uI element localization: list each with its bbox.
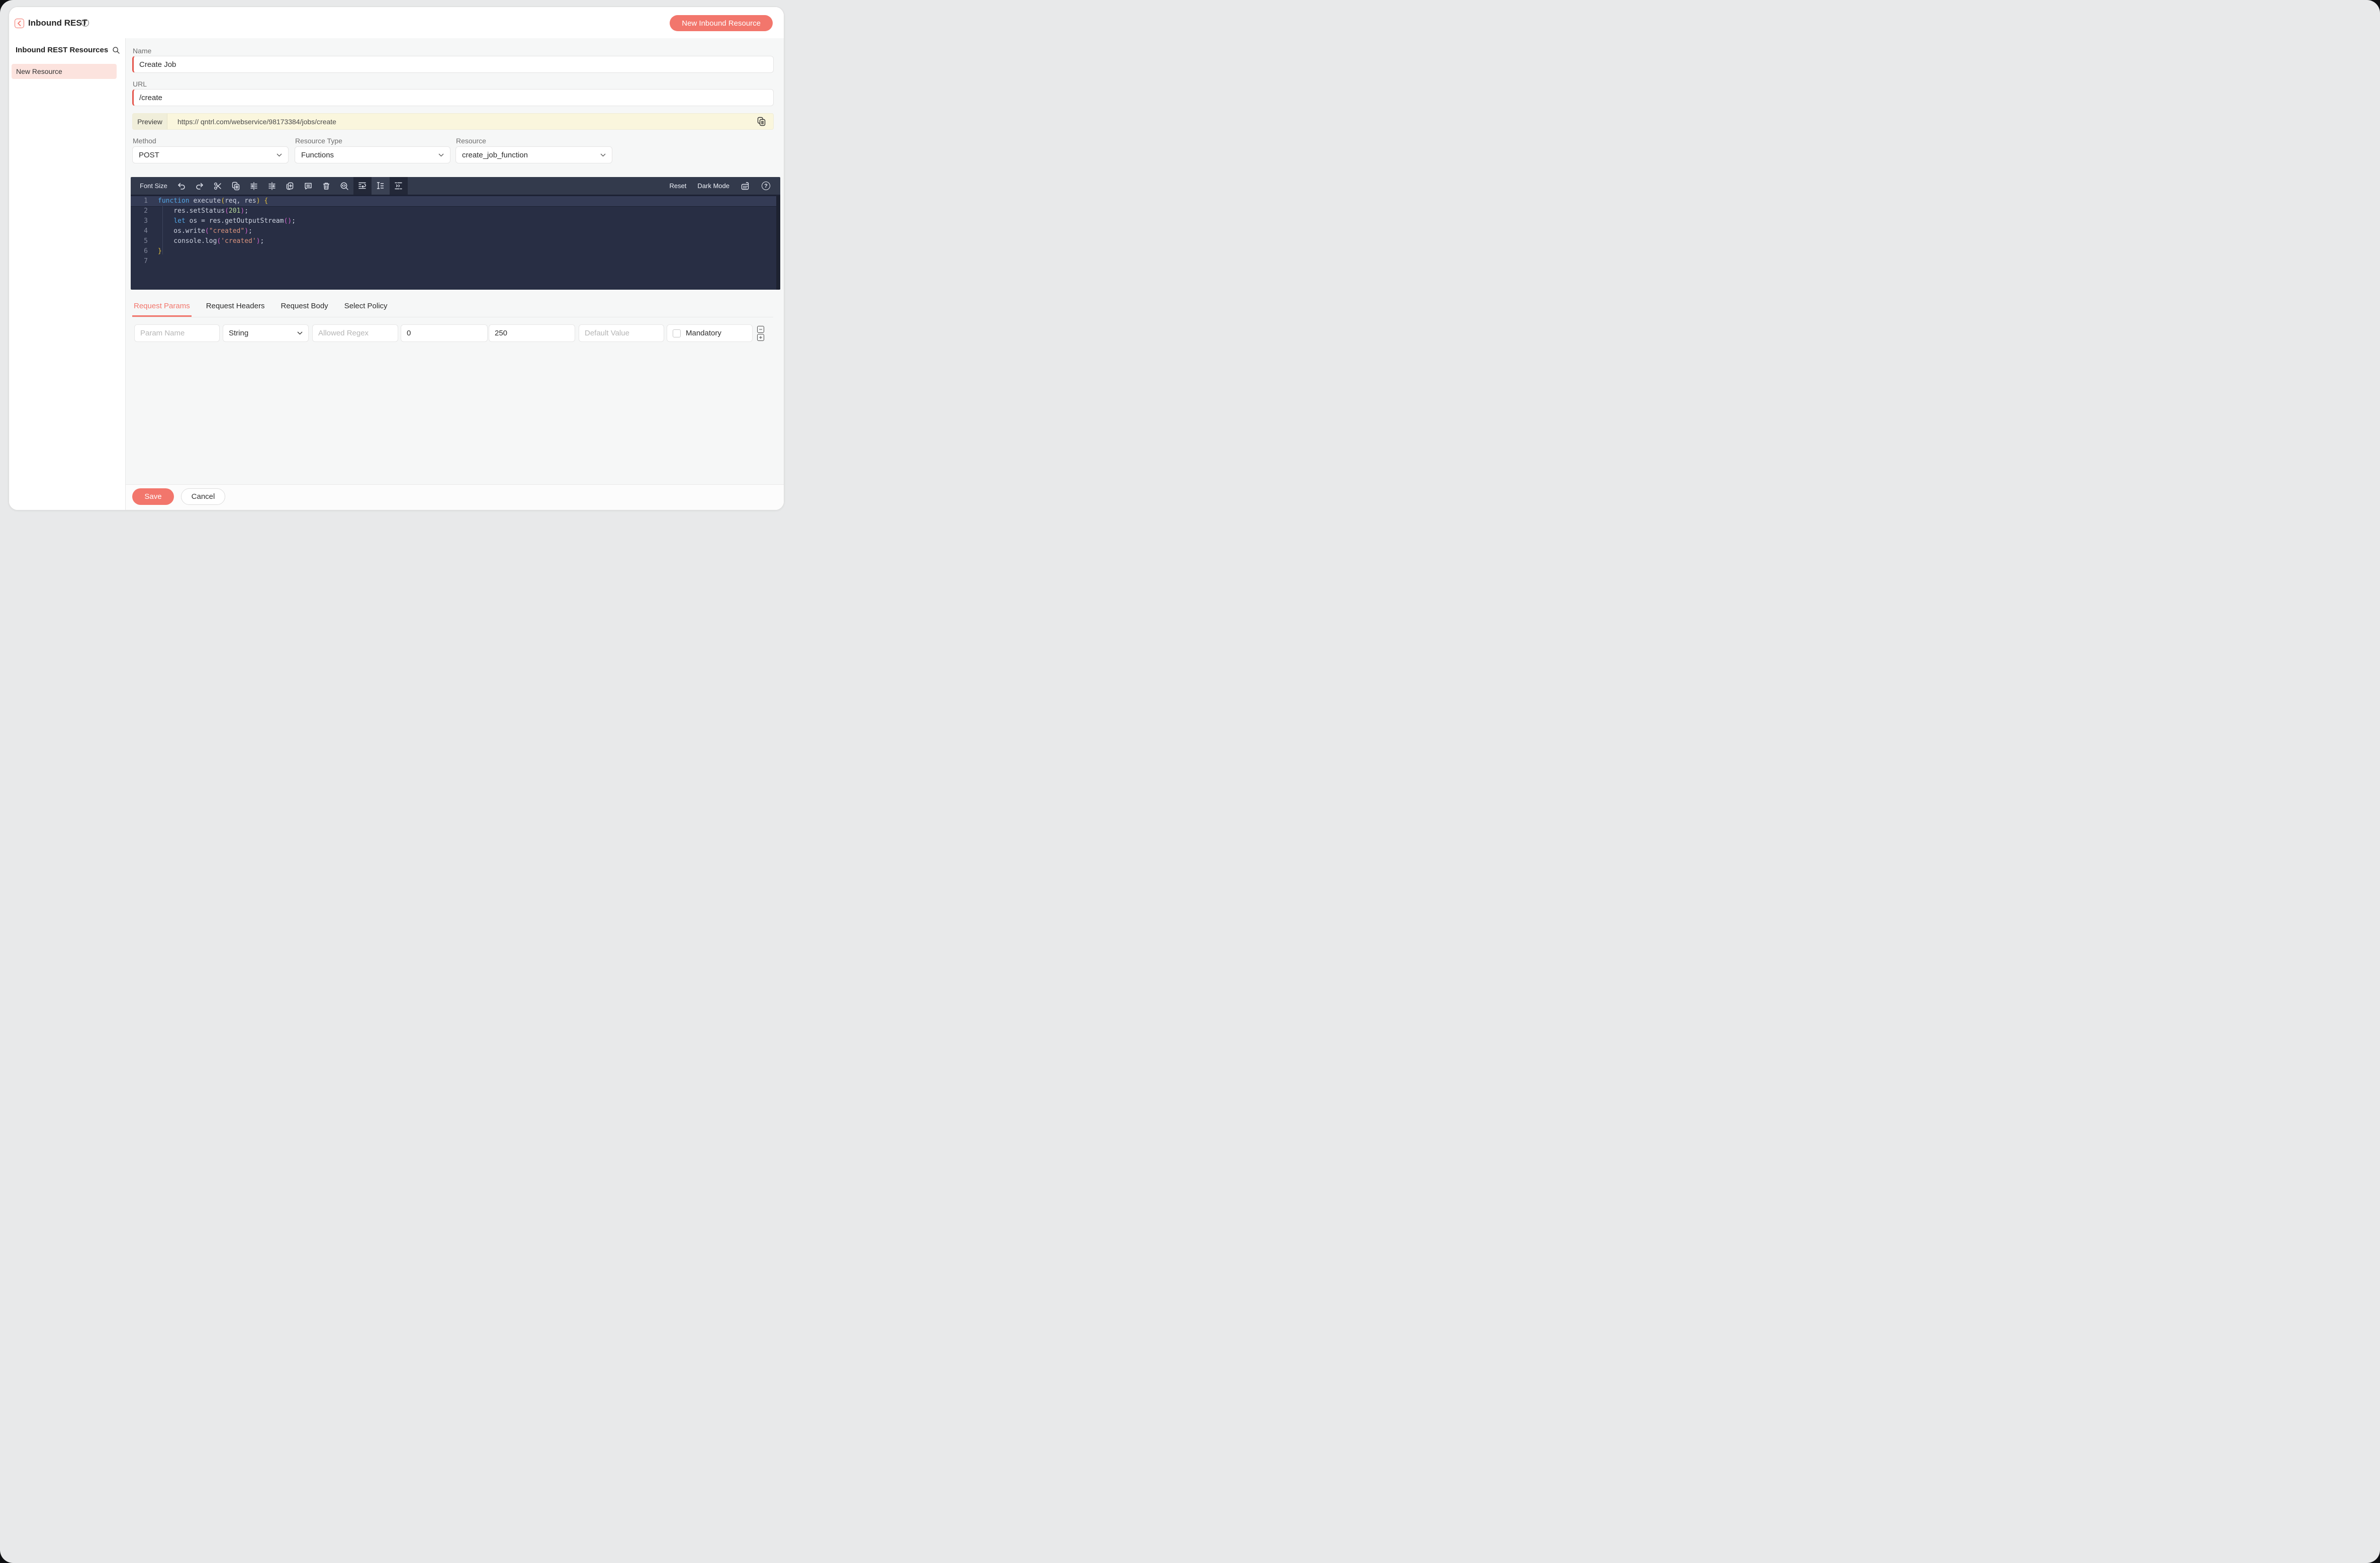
code-line: 2 res.setStatus(201); (131, 206, 780, 216)
resource-select[interactable]: create_job_function (455, 146, 612, 163)
default-value-input[interactable] (579, 324, 664, 342)
code-line: 6} (131, 246, 780, 256)
tab-request-headers[interactable]: Request Headers (205, 296, 266, 317)
search-code-icon[interactable] (335, 177, 353, 195)
save-button[interactable]: Save (132, 488, 174, 505)
chevron-down-icon (277, 153, 282, 157)
screen: Inbound REST i New Inbound Resource Inbo… (0, 0, 2380, 1563)
tab-select-policy[interactable]: Select Policy (343, 296, 389, 317)
code-line: 4 os.write("created"); (131, 226, 780, 236)
method-label: Method (133, 137, 156, 145)
word-wrap-icon[interactable] (353, 177, 372, 195)
chevron-down-icon (297, 331, 303, 335)
search-icon[interactable] (112, 46, 120, 54)
indent-left-icon[interactable] (263, 177, 281, 195)
preview-label: Preview (133, 114, 167, 129)
code-editor: Font Size Reset Dark Mode ? 1 function e… (131, 177, 780, 290)
remove-row-button[interactable]: − (757, 326, 764, 333)
code-line: 5 console.log('created'); (131, 236, 780, 246)
param-type-select[interactable]: String (223, 324, 309, 342)
delete-icon[interactable] (317, 177, 335, 195)
cancel-button[interactable]: Cancel (181, 488, 225, 505)
info-icon[interactable]: i (81, 19, 89, 27)
new-inbound-resource-button[interactable]: New Inbound Resource (670, 15, 773, 31)
font-size-control[interactable]: Font Size (131, 177, 172, 195)
cut-icon[interactable] (209, 177, 227, 195)
method-value: POST (139, 150, 159, 159)
resource-type-label: Resource Type (295, 137, 342, 145)
max-length-input[interactable] (489, 324, 575, 342)
line-number: 3 (144, 217, 148, 225)
code-line: 3 let os = res.getOutputStream(); (131, 216, 780, 226)
invisible-chars-icon[interactable] (389, 177, 408, 195)
header: Inbound REST i New Inbound Resource (9, 7, 784, 38)
undo-icon[interactable] (172, 177, 191, 195)
back-button[interactable] (15, 19, 24, 28)
redo-icon[interactable] (191, 177, 209, 195)
comment-icon[interactable] (299, 177, 317, 195)
line-number: 4 (144, 227, 148, 235)
resource-type-select[interactable]: Functions (295, 146, 450, 163)
code-area[interactable]: 1 function execute(req, res) {2 res.setSt… (131, 195, 780, 290)
chevron-down-icon (438, 153, 444, 157)
name-input[interactable] (132, 56, 774, 73)
indent-right-icon[interactable] (245, 177, 263, 195)
url-label: URL (133, 80, 147, 88)
copy-icon[interactable] (227, 177, 245, 195)
line-number: 2 (144, 207, 148, 215)
tab-bar: Request Params Request Headers Request B… (132, 296, 773, 317)
resource-type-value: Functions (301, 150, 334, 159)
add-row-button[interactable]: + (757, 334, 764, 341)
line-cursor-icon[interactable] (371, 177, 390, 195)
sidebar: Inbound REST Resources New Resource (9, 38, 126, 510)
preview-bar: Preview https:// qntrl.com/webservice/98… (132, 113, 774, 130)
chevron-down-icon (600, 153, 606, 157)
dark-mode-toggle[interactable]: Dark Mode (697, 182, 729, 190)
footer: Save Cancel (126, 484, 784, 510)
chevron-left-icon (17, 21, 22, 26)
line-number: 6 (144, 247, 148, 255)
editor-toolbar: Font Size Reset Dark Mode ? (131, 177, 780, 195)
resource-label: Resource (456, 137, 486, 145)
tab-request-body[interactable]: Request Body (279, 296, 329, 317)
name-label: Name (133, 47, 152, 55)
reset-button[interactable]: Reset (669, 182, 686, 190)
page-title: Inbound REST (28, 18, 87, 28)
line-number: 1 (144, 197, 148, 205)
mandatory-label: Mandatory (686, 329, 721, 337)
allowed-regex-input[interactable] (312, 324, 398, 342)
tab-request-params[interactable]: Request Params (132, 296, 192, 317)
indent-guide (162, 206, 163, 254)
line-number: 7 (144, 257, 148, 265)
method-select[interactable]: POST (132, 146, 289, 163)
code-line: 1 function execute(req, res) { (131, 196, 780, 206)
copy-url-button[interactable] (757, 115, 770, 128)
mandatory-checkbox[interactable] (673, 329, 681, 337)
param-name-input[interactable] (134, 324, 220, 342)
app-window: Inbound REST i New Inbound Resource Inbo… (9, 7, 784, 510)
resource-value: create_job_function (462, 150, 528, 159)
code-line: 7 (131, 256, 780, 267)
preview-url: https:// qntrl.com/webservice/98173384/j… (177, 117, 336, 126)
duplicate-icon[interactable] (281, 177, 299, 195)
help-icon[interactable]: ? (762, 182, 770, 190)
mandatory-field: Mandatory (667, 324, 753, 342)
keyboard-icon[interactable] (741, 181, 751, 191)
editor-scrollbar[interactable] (776, 196, 780, 290)
param-type-value: String (229, 329, 249, 337)
copy-icon (757, 117, 770, 126)
line-number: 5 (144, 237, 148, 245)
sidebar-title: Inbound REST Resources (16, 46, 109, 54)
main-content: Name URL Preview https:// qntrl.com/webs… (126, 38, 784, 510)
sidebar-item-new-resource[interactable]: New Resource (12, 64, 117, 79)
url-input[interactable] (132, 89, 774, 106)
min-length-input[interactable] (401, 324, 488, 342)
